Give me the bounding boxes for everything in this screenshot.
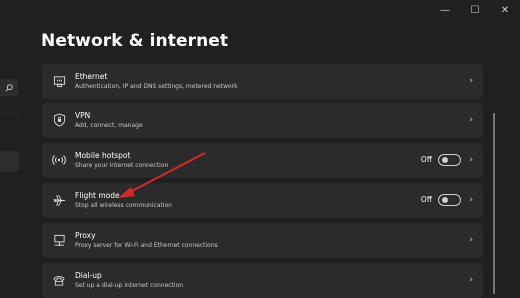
toggle-state-label: Off	[420, 155, 432, 164]
card-title: Proxy	[75, 231, 96, 240]
dialup-icon	[52, 272, 66, 288]
flight-mode-toggle[interactable]	[438, 194, 461, 206]
toggle-state-label: Off	[420, 195, 432, 204]
chevron-right-icon: ›	[469, 115, 473, 125]
sidebar	[0, 0, 20, 294]
window-controls: — ☐ ✕	[430, 0, 520, 20]
card-subtitle: Authentication, IP and DNS settings, met…	[75, 83, 238, 90]
card-mobile-hotspot[interactable]: Mobile hotspot Share your internet conne…	[42, 143, 483, 178]
card-title: Mobile hotspot	[75, 151, 131, 160]
close-icon: ✕	[500, 4, 510, 16]
card-subtitle: Share your internet connection	[75, 162, 169, 169]
chevron-right-icon: ›	[469, 195, 473, 205]
ethernet-icon	[52, 73, 66, 89]
card-dial-up[interactable]: Dial-up Set up a dial-up internet connec…	[42, 263, 483, 298]
hotspot-icon	[52, 152, 66, 168]
scrollbar[interactable]	[493, 113, 495, 294]
chevron-right-icon: ›	[469, 76, 473, 86]
card-vpn[interactable]: VPN Add, connect, manage ›	[42, 103, 483, 138]
card-title: Dial-up	[75, 271, 102, 280]
card-title: VPN	[75, 111, 91, 120]
card-title: Ethernet	[75, 72, 108, 81]
search-box[interactable]	[0, 79, 18, 96]
card-proxy[interactable]: Proxy Proxy server for Wi-Fi and Etherne…	[42, 223, 483, 258]
chevron-right-icon: ›	[469, 275, 473, 285]
card-subtitle: Add, connect, manage	[75, 122, 143, 129]
airplane-icon	[52, 192, 66, 208]
sidebar-divider	[0, 113, 19, 114]
vpn-shield-icon	[52, 112, 66, 128]
toggle-knob	[442, 197, 448, 203]
search-icon	[5, 83, 13, 92]
card-subtitle: Set up a dial-up internet connection	[75, 282, 184, 289]
card-subtitle: Stop all wireless communication	[75, 202, 172, 209]
close-button[interactable]: ✕	[490, 0, 520, 20]
page-title: Network & internet	[41, 31, 229, 51]
minimize-button[interactable]: —	[430, 0, 460, 20]
card-subtitle: Proxy server for Wi-Fi and Ethernet conn…	[75, 242, 218, 249]
card-ethernet[interactable]: Ethernet Authentication, IP and DNS sett…	[42, 64, 483, 99]
mobile-hotspot-toggle[interactable]	[438, 154, 461, 166]
chevron-right-icon: ›	[469, 235, 473, 245]
chevron-right-icon: ›	[469, 155, 473, 165]
sidebar-item-selected[interactable]	[0, 151, 19, 172]
minimize-icon: —	[440, 4, 450, 16]
toggle-knob	[442, 157, 448, 163]
proxy-icon	[52, 232, 66, 248]
maximize-button[interactable]: ☐	[460, 0, 490, 20]
maximize-icon: ☐	[470, 4, 480, 16]
card-title: Flight mode	[75, 191, 120, 200]
card-flight-mode[interactable]: Flight mode Stop all wireless communicat…	[42, 183, 483, 218]
